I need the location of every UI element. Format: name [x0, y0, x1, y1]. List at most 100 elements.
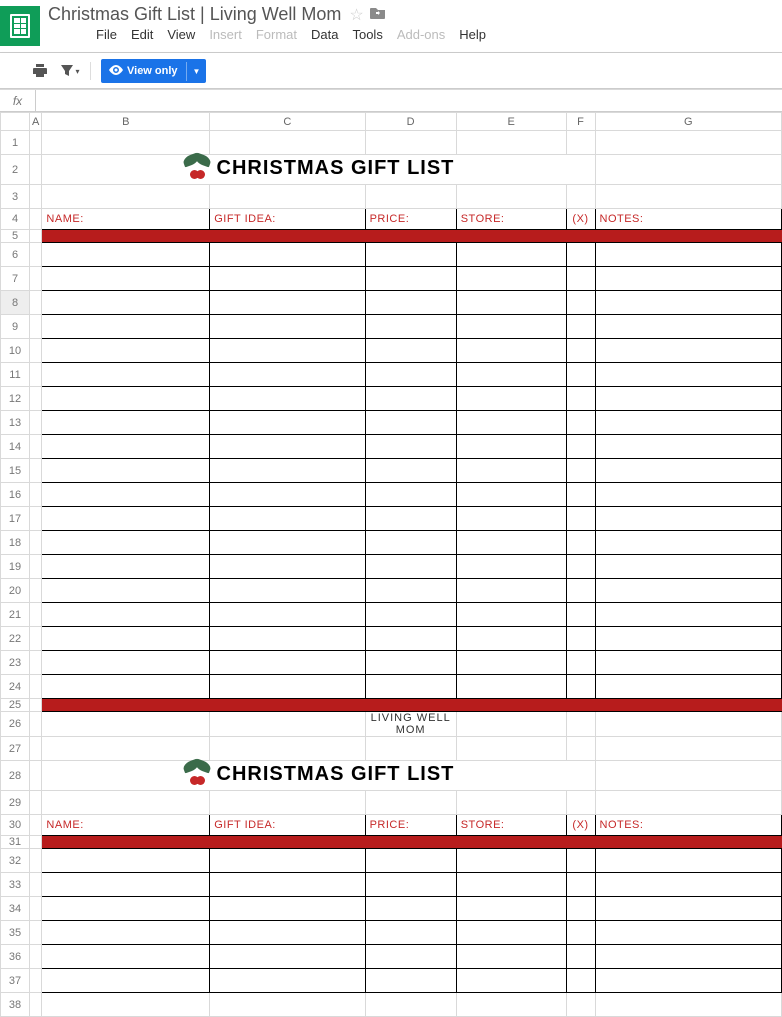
cell[interactable] [595, 363, 782, 387]
print-icon[interactable] [30, 61, 50, 81]
hdr-check[interactable]: (X) [566, 209, 595, 230]
cell[interactable] [210, 411, 365, 435]
cell[interactable] [210, 267, 365, 291]
cell[interactable] [566, 531, 595, 555]
cell[interactable] [566, 483, 595, 507]
cell[interactable] [42, 267, 210, 291]
cell[interactable] [210, 459, 365, 483]
cell[interactable] [595, 651, 782, 675]
cell[interactable] [595, 291, 782, 315]
row-head[interactable]: 9 [1, 315, 30, 339]
hdr-price[interactable]: PRICE: [365, 209, 456, 230]
row-head[interactable]: 3 [1, 185, 30, 209]
row-head[interactable]: 34 [1, 897, 30, 921]
cell[interactable] [365, 507, 456, 531]
cell[interactable] [365, 603, 456, 627]
row-head[interactable]: 26 [1, 712, 30, 737]
cell[interactable] [456, 507, 566, 531]
hdr-name[interactable]: NAME: [42, 815, 210, 836]
cell[interactable] [210, 603, 365, 627]
cell[interactable] [566, 459, 595, 483]
hdr-gift[interactable]: GIFT IDEA: [210, 209, 365, 230]
cell[interactable] [42, 411, 210, 435]
cell[interactable] [42, 675, 210, 699]
row-head[interactable]: 8 [1, 291, 30, 315]
cell[interactable] [456, 363, 566, 387]
cell[interactable] [210, 555, 365, 579]
select-all-corner[interactable] [1, 113, 30, 131]
cell[interactable] [210, 507, 365, 531]
cell[interactable] [365, 627, 456, 651]
cell[interactable] [566, 897, 595, 921]
row-head[interactable]: 17 [1, 507, 30, 531]
cell[interactable] [456, 339, 566, 363]
col-head-E[interactable]: E [456, 113, 566, 131]
row-head[interactable]: 32 [1, 849, 30, 873]
cell[interactable] [365, 579, 456, 603]
cell[interactable] [566, 627, 595, 651]
hdr-store[interactable]: STORE: [456, 815, 566, 836]
row-head[interactable]: 37 [1, 969, 30, 993]
cell[interactable] [365, 921, 456, 945]
sheet-title-cell[interactable]: CHRISTMAS GIFT LIST [42, 155, 595, 185]
cell[interactable] [365, 459, 456, 483]
row-head[interactable]: 15 [1, 459, 30, 483]
cell[interactable] [595, 579, 782, 603]
cell[interactable] [595, 849, 782, 873]
row-head[interactable]: 12 [1, 387, 30, 411]
cell[interactable] [365, 435, 456, 459]
cell[interactable] [566, 387, 595, 411]
cell[interactable] [42, 897, 210, 921]
cell[interactable] [365, 339, 456, 363]
cell[interactable] [42, 435, 210, 459]
cell[interactable] [566, 507, 595, 531]
cell[interactable] [595, 315, 782, 339]
cell[interactable] [595, 873, 782, 897]
cell[interactable] [566, 651, 595, 675]
cell[interactable] [210, 315, 365, 339]
col-head-G[interactable]: G [595, 113, 782, 131]
cell[interactable] [566, 267, 595, 291]
row-head[interactable]: 24 [1, 675, 30, 699]
cell[interactable] [365, 555, 456, 579]
sheet-title-cell[interactable]: CHRISTMAS GIFT LIST [42, 761, 595, 791]
cell[interactable] [210, 387, 365, 411]
cell[interactable] [595, 921, 782, 945]
cell[interactable] [456, 531, 566, 555]
row-head[interactable]: 14 [1, 435, 30, 459]
cell[interactable] [456, 627, 566, 651]
cell[interactable] [210, 651, 365, 675]
filter-icon[interactable]: ▾ [60, 61, 80, 81]
col-head-D[interactable]: D [365, 113, 456, 131]
cell[interactable] [42, 873, 210, 897]
cell[interactable] [210, 243, 365, 267]
hdr-check[interactable]: (X) [566, 815, 595, 836]
cell[interactable] [595, 483, 782, 507]
cell[interactable] [456, 435, 566, 459]
cell[interactable] [566, 435, 595, 459]
cell[interactable] [456, 579, 566, 603]
cell[interactable] [365, 291, 456, 315]
view-only-caret[interactable]: ▼ [186, 62, 207, 81]
cell[interactable] [456, 969, 566, 993]
cell[interactable] [210, 483, 365, 507]
col-head-C[interactable]: C [210, 113, 365, 131]
row-head[interactable]: 6 [1, 243, 30, 267]
col-head-B[interactable]: B [42, 113, 210, 131]
cell[interactable] [365, 675, 456, 699]
cell[interactable] [210, 921, 365, 945]
cell[interactable] [595, 243, 782, 267]
cell[interactable] [210, 873, 365, 897]
cell[interactable] [566, 555, 595, 579]
cell[interactable] [456, 411, 566, 435]
row-head[interactable]: 29 [1, 791, 30, 815]
row-head[interactable]: 22 [1, 627, 30, 651]
cell[interactable] [456, 945, 566, 969]
cell[interactable] [566, 849, 595, 873]
cell[interactable] [456, 267, 566, 291]
cell[interactable] [566, 363, 595, 387]
hdr-notes[interactable]: NOTES: [595, 815, 782, 836]
cell[interactable] [210, 849, 365, 873]
cell[interactable] [365, 411, 456, 435]
cell[interactable] [210, 531, 365, 555]
